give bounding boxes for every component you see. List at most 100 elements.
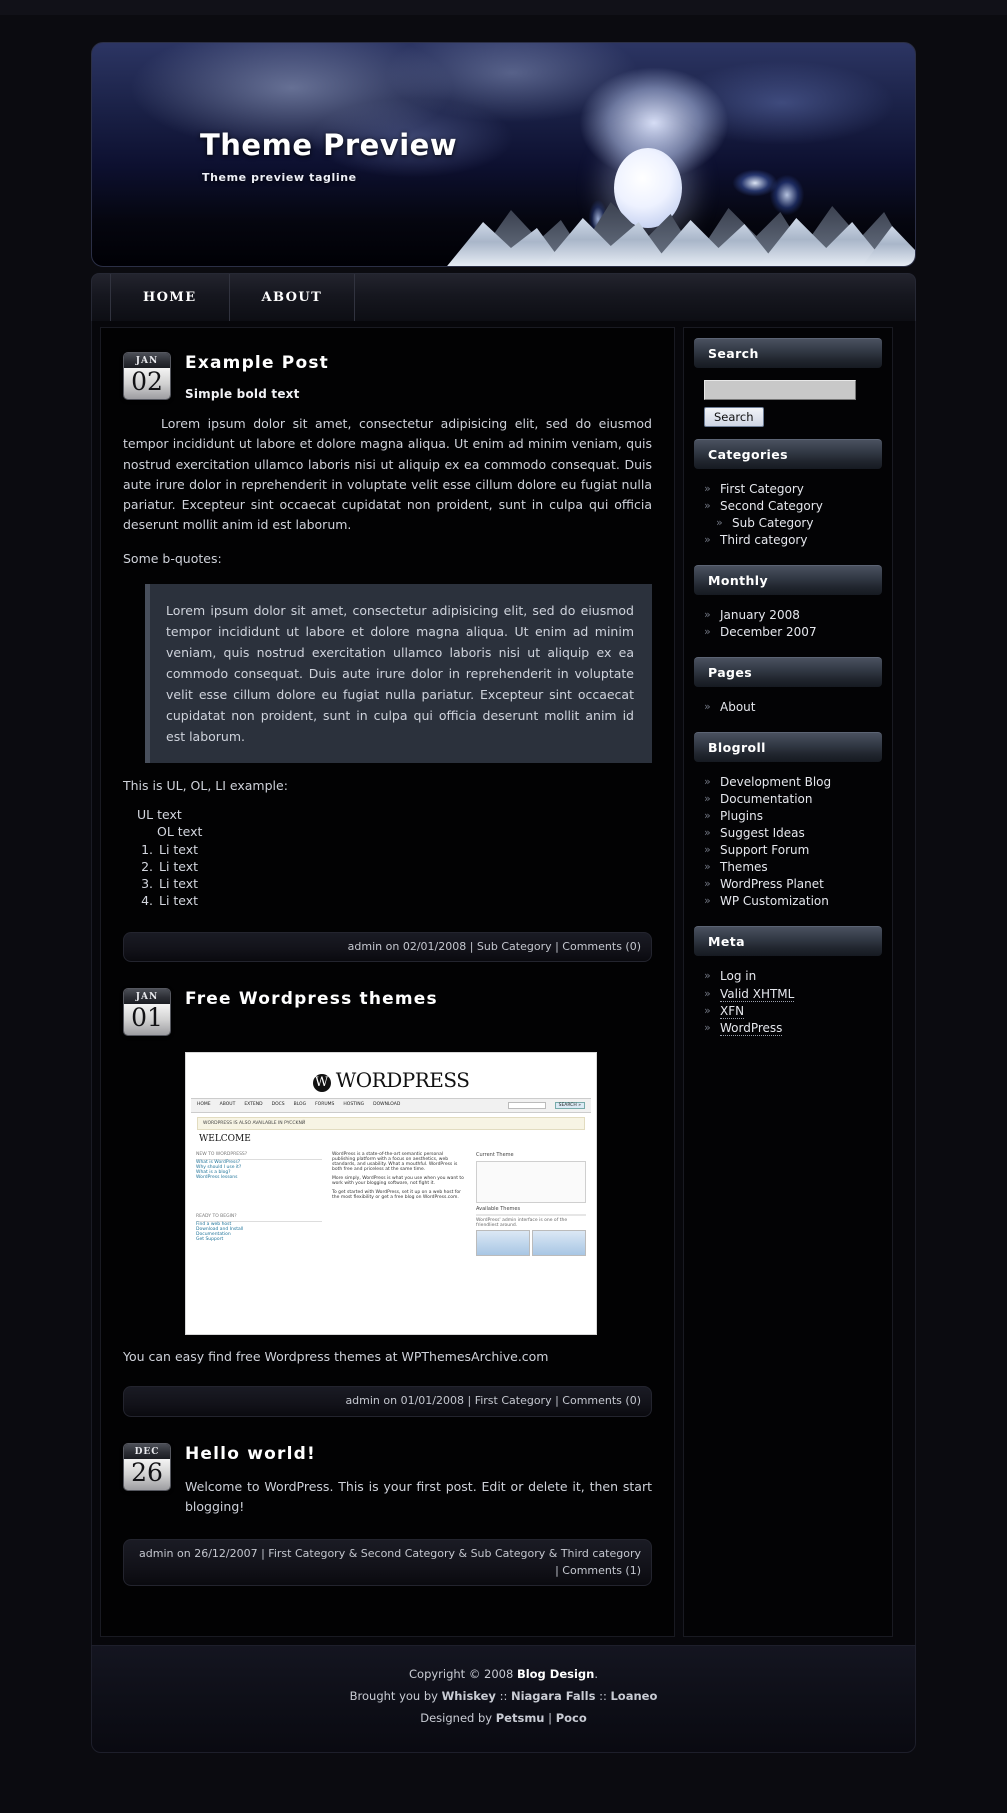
post-meta[interactable]: admin on 26/12/2007 | First Category & S… <box>123 1539 652 1587</box>
blogroll-link[interactable]: Development Blog <box>720 775 831 789</box>
sidebar: Search Search Categories First Category … <box>683 327 893 1638</box>
blogroll-link[interactable]: WP Customization <box>720 894 829 908</box>
wp-right-caption: WordPress' admin interface is one of the… <box>476 1218 568 1229</box>
widget-title-blogroll: Blogroll <box>694 732 882 763</box>
category-link[interactable]: Third category <box>720 533 807 547</box>
list-item[interactable]: WordPress Planet <box>698 876 878 893</box>
widget-body-pages: About <box>694 687 882 726</box>
nav-item-home[interactable]: HOME <box>110 274 230 321</box>
list-item[interactable]: Second Category <box>698 498 878 515</box>
post-title[interactable]: Example Post <box>185 353 652 373</box>
wp-body: NEW TO WORDPRESS? What is WordPress? Why… <box>191 1147 591 1263</box>
search-button[interactable]: Search <box>704 407 764 427</box>
list-item[interactable]: Suggest Ideas <box>698 825 878 842</box>
blogroll-link[interactable]: Documentation <box>720 792 813 806</box>
footer-sep: :: <box>595 1689 611 1704</box>
post-meta[interactable]: admin on 01/01/2008 | First Category | C… <box>123 1386 652 1417</box>
wordpress-screenshot-frame: W WORDPRESS HOME ABOUT EXTEND DOCS BLOG … <box>185 1052 597 1336</box>
archive-link[interactable]: January 2008 <box>720 608 800 622</box>
widget-body-blogroll: Development Blog Documentation Plugins S… <box>694 762 882 920</box>
footer-brought-pre: Brought you by <box>349 1689 442 1704</box>
meta-link-login[interactable]: Log in <box>720 969 756 983</box>
page-link[interactable]: About <box>720 700 755 714</box>
blogroll-link[interactable]: Plugins <box>720 809 763 823</box>
list-item[interactable]: Valid XHTML <box>698 986 878 1003</box>
list-item[interactable]: WordPress <box>698 1020 878 1037</box>
footer-link-petsmu[interactable]: Petsmu <box>496 1711 545 1725</box>
list-item[interactable]: WP Customization <box>698 893 878 910</box>
post-header: JAN 01 Free Wordpress themes <box>123 988 652 1037</box>
list-item[interactable]: About <box>698 699 878 716</box>
wp-left-link: Get Support <box>196 1237 224 1243</box>
list-item: Li text <box>157 875 652 892</box>
list-item[interactable]: Support Forum <box>698 842 878 859</box>
wp-nav-item: DOCS <box>271 1102 285 1108</box>
post-date-day: 26 <box>124 1458 170 1490</box>
search-input[interactable] <box>704 380 856 400</box>
footer-copyright-post: . <box>594 1667 598 1682</box>
footer-link-poco[interactable]: Poco <box>556 1711 587 1725</box>
nav-item-about[interactable]: ABOUT <box>230 274 356 321</box>
footer-link-loaneo[interactable]: Loaneo <box>610 1689 657 1703</box>
blogroll-link[interactable]: Support Forum <box>720 843 809 857</box>
category-link[interactable]: Second Category <box>720 499 823 513</box>
list-item[interactable]: Sub Category <box>698 515 878 532</box>
wp-theme-preview-box <box>476 1161 586 1204</box>
footer-brand[interactable]: Blog Design <box>517 1667 594 1681</box>
post-heading-group: Example Post Simple bold text <box>185 352 652 401</box>
top-strip <box>0 0 1007 15</box>
meta-link-valid-xhtml[interactable]: Valid XHTML <box>720 986 795 1002</box>
post-title[interactable]: Hello world! <box>185 1444 652 1464</box>
archive-link[interactable]: December 2007 <box>720 625 817 639</box>
list-item[interactable]: January 2008 <box>698 607 878 624</box>
widget-blogroll: Blogroll Development Blog Documentation … <box>684 732 892 920</box>
footer-link-whiskey[interactable]: Whiskey <box>442 1689 496 1703</box>
wp-search-field <box>507 1102 546 1110</box>
footer-designer-pre: Designed by <box>420 1710 496 1725</box>
wp-nav-item: BLOG <box>293 1102 307 1108</box>
blogroll-link[interactable]: Themes <box>720 860 768 874</box>
footer-link-niagara-falls[interactable]: Niagara Falls <box>511 1689 595 1703</box>
wp-nav-item: FORUMS <box>315 1102 335 1108</box>
post-subtitle: Simple bold text <box>185 387 300 401</box>
wp-body-text-1: WordPress is a state-of-the-art semantic… <box>332 1152 458 1173</box>
list-item: Li text <box>157 841 652 858</box>
meta-link-xfn[interactable]: XFN <box>720 1003 745 1019</box>
post-date-badge: JAN 01 <box>123 988 171 1037</box>
blogroll-link[interactable]: WordPress Planet <box>720 877 824 891</box>
site-title: Theme Preview <box>200 128 458 162</box>
wp-notice-bar: WORDPRESS IS ALSO AVAILABLE IN PYCCKNЙ <box>197 1117 585 1131</box>
category-link[interactable]: First Category <box>720 482 804 496</box>
list-item[interactable]: December 2007 <box>698 624 878 641</box>
widget-body-meta: Log in Valid XHTML XFN WordPress <box>694 956 882 1046</box>
wp-nav-item: ABOUT <box>219 1102 236 1108</box>
wp-navbar: HOME ABOUT EXTEND DOCS BLOG FORUMS HOSTI… <box>191 1098 591 1114</box>
footer-sep: | <box>544 1710 556 1725</box>
header-text-block: Theme Preview Theme preview tagline <box>200 128 457 184</box>
post-meta[interactable]: admin on 02/01/2008 | Sub Category | Com… <box>123 931 652 962</box>
list-item[interactable]: Documentation <box>698 791 878 808</box>
wordpress-logo-icon: W <box>312 1073 331 1092</box>
li-demo-list: Li text Li text Li text Li text <box>123 841 652 910</box>
post-title[interactable]: Free Wordpress themes <box>185 989 652 1009</box>
widget-pages: Pages About <box>684 657 892 726</box>
meta-link-wordpress[interactable]: WordPress <box>720 1020 783 1036</box>
wp-logo-text: WORDPRESS <box>335 1068 470 1093</box>
ul-demo: UL text OL text <box>123 806 652 841</box>
blogroll-link[interactable]: Suggest Ideas <box>720 826 805 840</box>
bottom-padding <box>0 1753 1007 1813</box>
list-item[interactable]: XFN <box>698 1003 878 1020</box>
list-item[interactable]: First Category <box>698 481 878 498</box>
list-item[interactable]: Log in <box>698 968 878 985</box>
wp-body-text-3: To get started with WordPress, set it up… <box>332 1190 461 1201</box>
post-date-month: JAN <box>124 353 170 368</box>
list-item[interactable]: Third category <box>698 532 878 549</box>
list-item[interactable]: Development Blog <box>698 774 878 791</box>
list-item[interactable]: Plugins <box>698 808 878 825</box>
monthly-list: January 2008 December 2007 <box>698 607 878 641</box>
post-date-badge: JAN 02 <box>123 352 171 401</box>
category-link[interactable]: Sub Category <box>732 516 813 530</box>
content-frame: JAN 02 Example Post Simple bold text Lor… <box>91 321 916 1646</box>
list-item[interactable]: Themes <box>698 859 878 876</box>
categories-list: First Category Second Category Sub Categ… <box>698 481 878 549</box>
